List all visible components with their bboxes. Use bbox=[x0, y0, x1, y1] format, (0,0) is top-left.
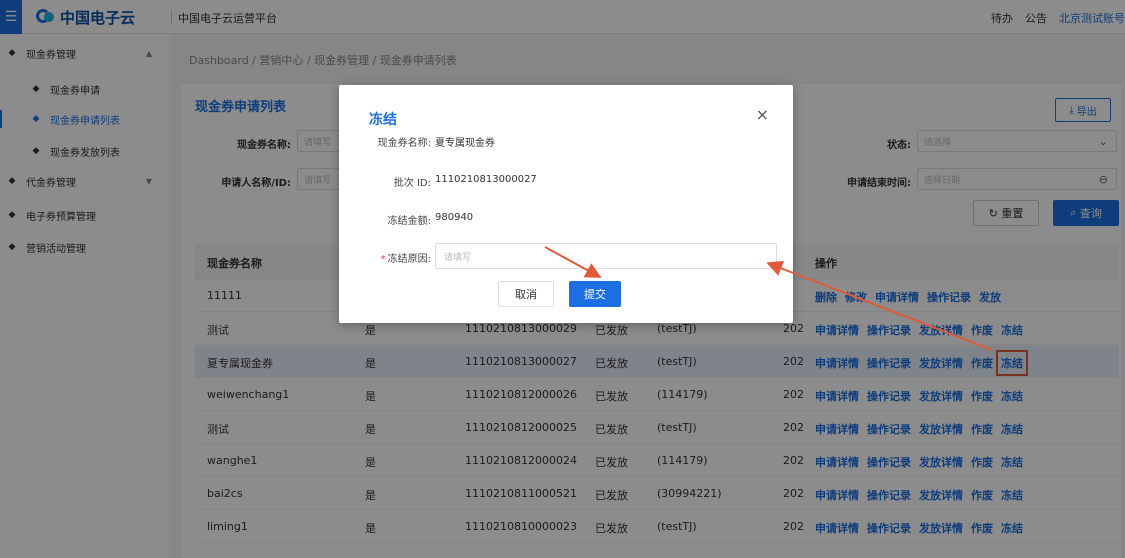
close-icon[interactable]: × bbox=[756, 105, 769, 124]
freeze-amount-label: 冻结金额: bbox=[387, 216, 431, 227]
freeze-reason-label-text: 冻结原因: bbox=[387, 254, 431, 265]
freeze-reason-label: * 冻结原因: bbox=[339, 250, 431, 265]
freeze-amount-value: 980940 bbox=[435, 212, 474, 223]
batch-id-value: 1110210813000027 bbox=[435, 174, 537, 185]
coupon-name-value: 夏专属现金券 bbox=[435, 138, 495, 149]
required-mark: * bbox=[380, 254, 386, 265]
coupon-name-label: 现金券名称: bbox=[377, 138, 431, 149]
freeze-dialog: 冻结 × 现金券名称: 夏专属现金券 批次 ID: 11102108130000… bbox=[339, 85, 793, 323]
submit-button[interactable]: 提交 bbox=[569, 281, 621, 307]
freeze-reason-input[interactable]: 请填写 bbox=[435, 243, 777, 269]
dialog-title: 冻结 bbox=[369, 112, 397, 128]
cancel-button[interactable]: 取消 bbox=[498, 281, 554, 307]
batch-id-label: 批次 ID: bbox=[393, 178, 431, 189]
